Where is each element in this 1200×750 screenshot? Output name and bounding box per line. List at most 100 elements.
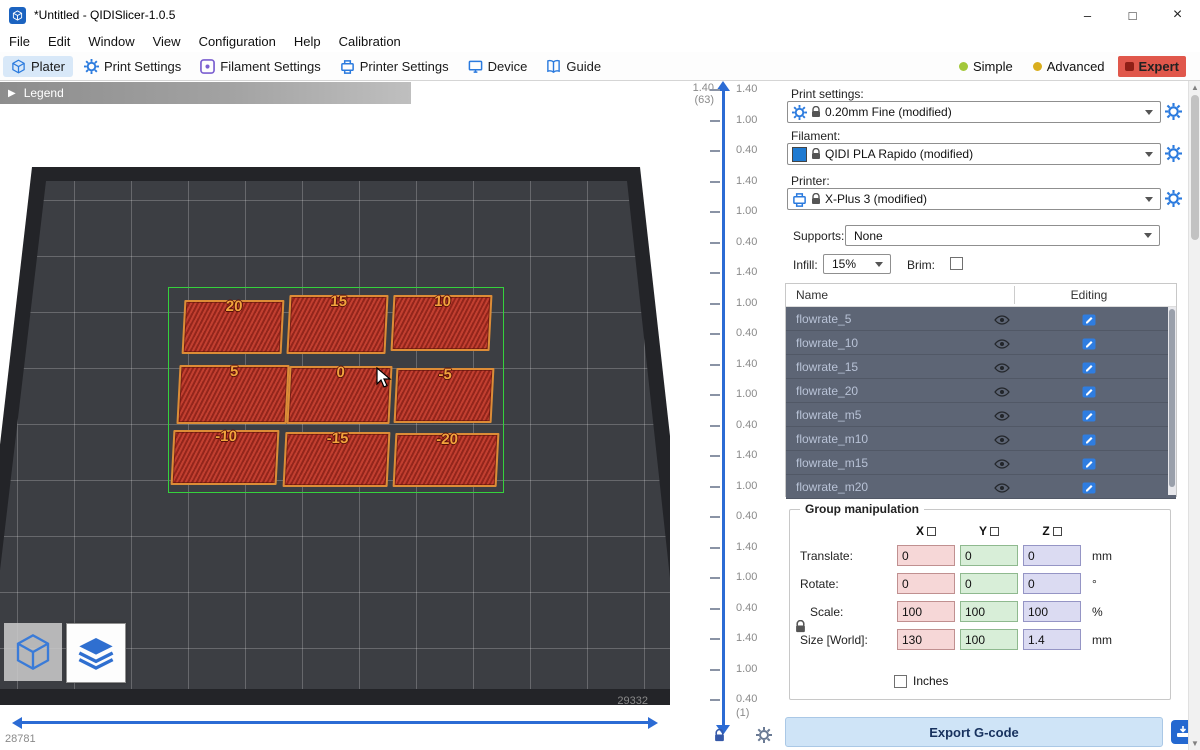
edit-icon[interactable] xyxy=(1082,312,1096,326)
mode-advanced[interactable]: Advanced xyxy=(1026,56,1112,77)
menu-view[interactable]: View xyxy=(144,34,190,49)
edit-icon[interactable] xyxy=(1082,360,1096,374)
object-patch[interactable]: 10 xyxy=(391,295,493,351)
scale-y-field[interactable]: 100 xyxy=(960,601,1018,622)
infill-combo[interactable]: 15% xyxy=(823,254,891,274)
translate-x-field[interactable]: 0 xyxy=(897,545,955,566)
object-row[interactable]: flowrate_15 xyxy=(786,355,1176,379)
print-preset-combo[interactable]: 0.20mm Fine (modified) xyxy=(787,101,1161,123)
eye-icon[interactable] xyxy=(994,362,1010,372)
tab-plater[interactable]: Plater xyxy=(3,56,73,77)
eye-icon[interactable] xyxy=(994,458,1010,468)
eye-icon[interactable] xyxy=(994,434,1010,444)
filament-preset-combo[interactable]: QIDI PLA Rapido (modified) xyxy=(787,143,1161,165)
legend-collapsed-bar[interactable]: ▶ Legend xyxy=(0,82,411,104)
chevron-down-icon xyxy=(1145,152,1153,157)
translate-y-field[interactable]: 0 xyxy=(960,545,1018,566)
3d-viewport[interactable]: 20 15 10 5 0 -5 -10 -15 -20 ▶ Legend 293… xyxy=(0,81,670,750)
object-row[interactable]: flowrate_5 xyxy=(786,307,1176,331)
menu-file[interactable]: File xyxy=(0,34,39,49)
printer-settings-gear-button[interactable] xyxy=(1165,190,1182,207)
lock-icon[interactable] xyxy=(714,729,725,742)
object-patch[interactable]: -15 xyxy=(283,432,391,487)
scale-x-field[interactable]: 100 xyxy=(897,601,955,622)
edit-icon[interactable] xyxy=(1082,408,1096,422)
scroll-down-arrow[interactable]: ▼ xyxy=(1189,739,1200,748)
hslider-right-arrow[interactable] xyxy=(648,717,658,729)
eye-icon[interactable] xyxy=(994,410,1010,420)
object-label: -5 xyxy=(438,366,452,383)
object-patch[interactable]: 5 xyxy=(176,365,289,424)
hslider-max-label: 29332 xyxy=(500,695,648,707)
minimize-button[interactable]: – xyxy=(1065,0,1110,30)
edit-icon[interactable] xyxy=(1082,456,1096,470)
size-x-field[interactable]: 130 xyxy=(897,629,955,650)
panel-scrollbar[interactable]: ▲ ▼ xyxy=(1188,81,1200,750)
object-label: 0 xyxy=(336,364,345,381)
object-row[interactable]: flowrate_m10 xyxy=(786,427,1176,451)
eye-icon[interactable] xyxy=(994,482,1010,492)
title-bar[interactable]: *Untitled - QIDISlicer-1.0.5 – □ × xyxy=(0,0,1200,31)
rotate-z-field[interactable]: 0 xyxy=(1023,573,1081,594)
menu-window[interactable]: Window xyxy=(79,34,143,49)
translate-z-field[interactable]: 0 xyxy=(1023,545,1081,566)
edit-icon[interactable] xyxy=(1082,336,1096,350)
eye-icon[interactable] xyxy=(994,338,1010,348)
size-z-field[interactable]: 1.4 xyxy=(1023,629,1081,650)
filament-settings-gear-button[interactable] xyxy=(1165,145,1182,162)
inches-checkbox[interactable] xyxy=(894,675,907,688)
edit-icon[interactable] xyxy=(1082,432,1096,446)
object-row[interactable]: flowrate_20 xyxy=(786,379,1176,403)
menu-calibration[interactable]: Calibration xyxy=(330,34,410,49)
menu-configuration[interactable]: Configuration xyxy=(190,34,285,49)
lock-icon xyxy=(811,193,821,205)
slider-settings-gear-icon[interactable] xyxy=(756,727,772,743)
edit-icon[interactable] xyxy=(1082,384,1096,398)
object-list-scrollbar[interactable] xyxy=(1168,307,1176,495)
tab-device[interactable]: Device xyxy=(460,56,536,77)
menu-edit[interactable]: Edit xyxy=(39,34,79,49)
tab-guide[interactable]: Guide xyxy=(538,56,609,77)
menu-help[interactable]: Help xyxy=(285,34,330,49)
tab-filament-settings[interactable]: Filament Settings xyxy=(192,56,328,77)
eye-icon[interactable] xyxy=(994,386,1010,396)
mode-simple[interactable]: Simple xyxy=(952,56,1020,77)
printer-preset-combo[interactable]: X-Plus 3 (modified) xyxy=(787,188,1161,210)
layers-view-button[interactable] xyxy=(66,623,126,683)
object-row[interactable]: flowrate_m15 xyxy=(786,451,1176,475)
close-button[interactable]: × xyxy=(1155,0,1200,30)
name-header: Name xyxy=(796,288,828,302)
object-patch[interactable]: 20 xyxy=(182,300,285,354)
layer-slider-track[interactable] xyxy=(722,89,725,727)
brim-checkbox[interactable] xyxy=(950,257,963,270)
uniform-scale-lock-icon[interactable] xyxy=(795,620,806,633)
maximize-button[interactable]: □ xyxy=(1110,0,1155,30)
supports-combo[interactable]: None xyxy=(845,225,1160,246)
export-gcode-button[interactable]: Export G-code xyxy=(785,717,1163,747)
eye-icon[interactable] xyxy=(994,314,1010,324)
rotate-y-field[interactable]: 0 xyxy=(960,573,1018,594)
scrollbar-thumb[interactable] xyxy=(1191,95,1199,240)
object-patch[interactable]: -5 xyxy=(394,368,495,423)
3d-view-button[interactable] xyxy=(4,623,62,681)
print-settings-gear-button[interactable] xyxy=(1165,103,1182,120)
scroll-up-arrow[interactable]: ▲ xyxy=(1189,83,1200,92)
tab-printer-settings[interactable]: Printer Settings xyxy=(332,56,457,77)
horizontal-slider[interactable] xyxy=(22,721,650,724)
mode-expert[interactable]: Expert xyxy=(1118,56,1186,77)
scale-z-field[interactable]: 100 xyxy=(1023,601,1081,622)
object-patch[interactable]: -20 xyxy=(393,433,500,487)
tick-label: 1.00 xyxy=(736,388,780,400)
tab-print-settings[interactable]: Print Settings xyxy=(76,56,189,77)
object-row[interactable]: flowrate_m20 xyxy=(786,475,1176,499)
edit-icon[interactable] xyxy=(1082,480,1096,494)
mode-expert-label: Expert xyxy=(1139,59,1179,74)
hslider-left-arrow[interactable] xyxy=(12,717,22,729)
object-patch[interactable]: 15 xyxy=(286,295,388,354)
rotate-x-field[interactable]: 0 xyxy=(897,573,955,594)
size-y-field[interactable]: 100 xyxy=(960,629,1018,650)
scrollbar-thumb[interactable] xyxy=(1169,309,1175,487)
object-row[interactable]: flowrate_10 xyxy=(786,331,1176,355)
object-row[interactable]: flowrate_m5 xyxy=(786,403,1176,427)
object-patch[interactable]: -10 xyxy=(171,430,280,485)
